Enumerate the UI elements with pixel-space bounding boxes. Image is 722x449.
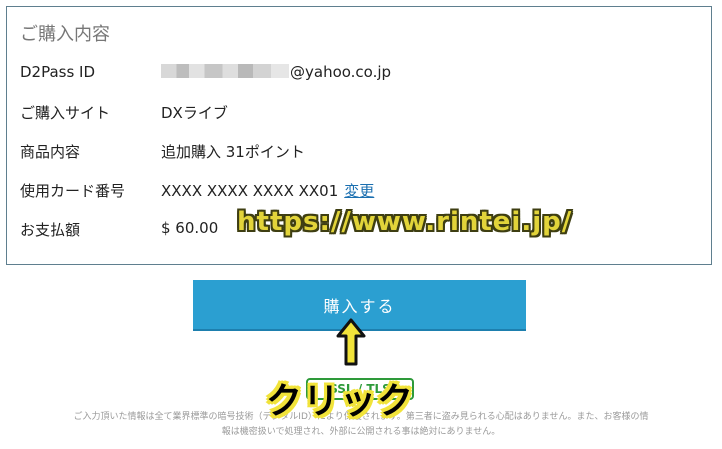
masked-email-redaction: [161, 64, 289, 78]
purchase-site-value: DXライブ: [161, 104, 228, 122]
change-card-link[interactable]: 変更: [344, 182, 374, 200]
d2pass-id-value: @yahoo.co.jp: [161, 63, 391, 81]
security-note-line-2: 報は機密扱いで処理され、外部に公開される事は絶対にありません。: [221, 427, 501, 437]
card-number-value: XXXX XXXX XXXX XX01: [161, 182, 339, 200]
summary-title: ご購入内容: [20, 24, 110, 45]
click-callout: クリック: [266, 381, 415, 422]
card-number-row: XXXX XXXX XXXX XX01 変更: [161, 180, 374, 201]
purchase-site-label: ご購入サイト: [20, 104, 111, 122]
payment-amount-value: $ 60.00: [161, 219, 219, 237]
arrow-up-icon: [336, 318, 366, 366]
card-number-label: 使用カード番号: [20, 182, 126, 200]
purchase-confirmation-page: ご購入内容 D2Pass ID @yahoo.co.jp ご購入サイト DXライ…: [0, 0, 722, 449]
payment-amount-label: お支払額: [20, 221, 81, 239]
site-watermark: https://www.rintei.jp/: [237, 207, 573, 237]
d2pass-id-domain: @yahoo.co.jp: [290, 63, 392, 81]
d2pass-id-label: D2Pass ID: [20, 63, 96, 81]
product-label: 商品内容: [20, 143, 81, 161]
product-value: 追加購入 31ポイント: [161, 143, 305, 161]
